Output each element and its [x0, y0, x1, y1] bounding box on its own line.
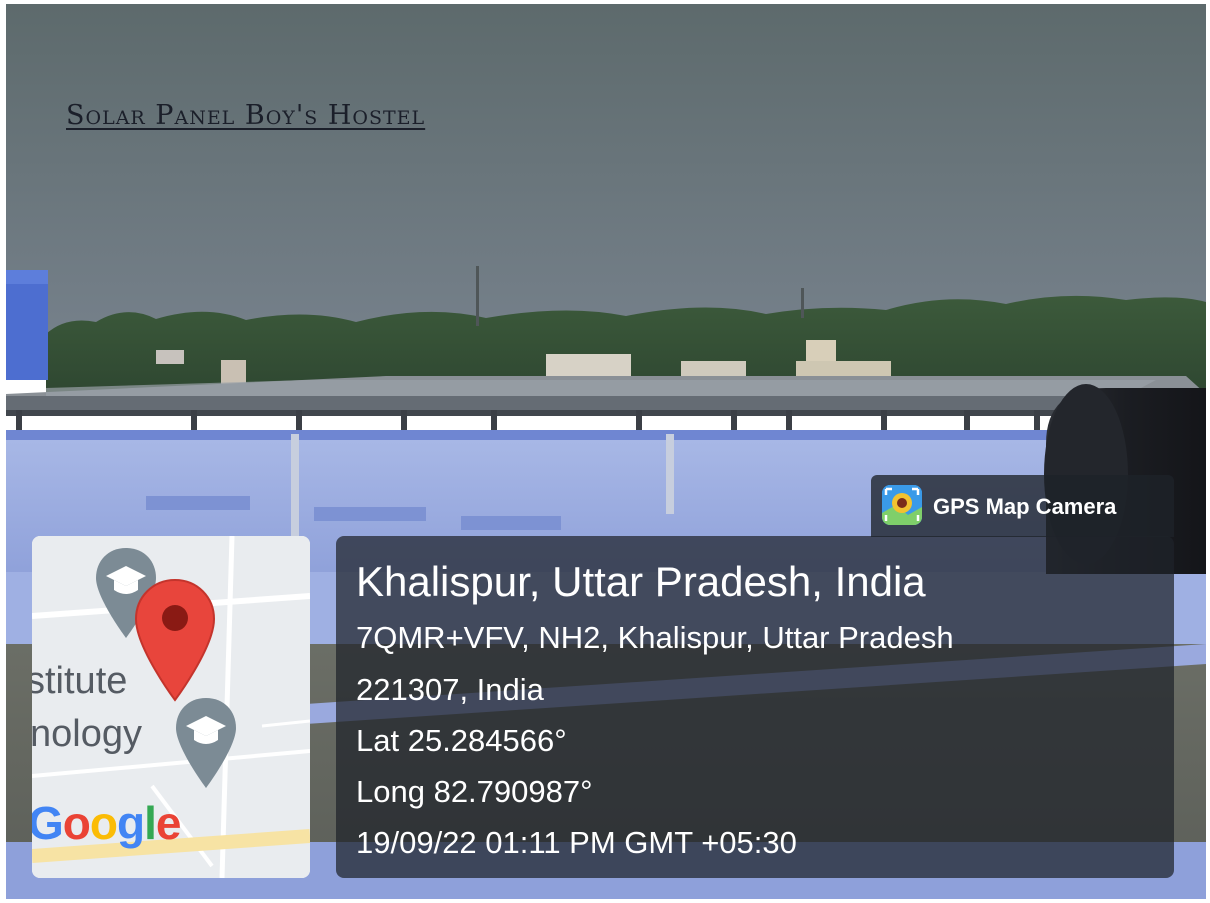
google-letter: o [89, 797, 118, 849]
sky [6, 4, 1206, 334]
google-letter: e [155, 797, 182, 849]
place-name: Khalispur, Uttar Pradesh, India [356, 558, 926, 605]
google-logo: Google [32, 796, 182, 850]
longitude: Long 82.790987° [356, 774, 593, 809]
gps-camera-badge: GPS Map Camera [871, 475, 1174, 537]
google-letter: g [117, 797, 145, 849]
timestamp: 19/09/22 01:11 PM GMT +05:30 [356, 825, 797, 860]
google-letter: G [32, 797, 64, 849]
map-label-line1: stitute [32, 660, 128, 702]
gps-map-camera-icon [882, 485, 922, 525]
location-info-panel: Khalispur, Uttar Pradesh, India 7QMR+VFV… [336, 536, 1174, 878]
map-thumbnail: stitute nology Google [32, 536, 310, 878]
latitude: Lat 25.284566° [356, 723, 567, 758]
address-line2: 221307, India [356, 672, 544, 707]
location-pin-icon [134, 578, 216, 704]
google-letter: l [144, 797, 157, 849]
gps-camera-app-name: GPS Map Camera [933, 494, 1117, 519]
map-label-line2: nology [32, 713, 142, 755]
address-line1: 7QMR+VFV, NH2, Khalispur, Uttar Pradesh [356, 620, 954, 655]
google-letter: o [62, 797, 91, 849]
blue-tower [6, 270, 48, 380]
photo-caption: Solar Panel Boy's Hostel [66, 100, 426, 131]
graduation-cap-icon [174, 696, 238, 792]
photo-frame: Solar Panel Boy's Hostel GPS Map Camera [0, 0, 1210, 903]
